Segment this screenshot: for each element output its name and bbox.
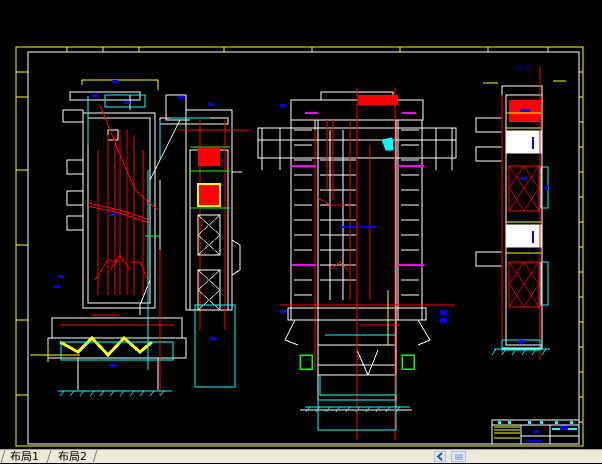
inner-border [27, 51, 580, 445]
horizontal-scrollbar-thumb[interactable] [451, 451, 466, 462]
section-c-c-view: C-C [475, 64, 566, 360]
tab-layout2[interactable]: 布局2 [50, 450, 93, 463]
tab-divider [0, 450, 6, 463]
side-elevation-view [30, 79, 250, 397]
hopper-truss [59, 335, 153, 358]
tab-divider [92, 450, 98, 463]
scroll-left-button[interactable] [434, 451, 446, 462]
cad-drawing-canvas[interactable]: C-C [0, 0, 602, 449]
tab-layout1[interactable]: 布局1 [2, 450, 45, 463]
drum-fill [198, 148, 220, 166]
boiler-drawing: C-C [15, 46, 584, 447]
front-elevation-view [257, 88, 457, 440]
section-label: C-C [518, 64, 530, 72]
layout-tab-bar: 布局1 布局2 [0, 449, 602, 463]
grip-icon [455, 454, 463, 460]
title-block [491, 419, 580, 445]
chevron-left-icon [436, 452, 443, 461]
